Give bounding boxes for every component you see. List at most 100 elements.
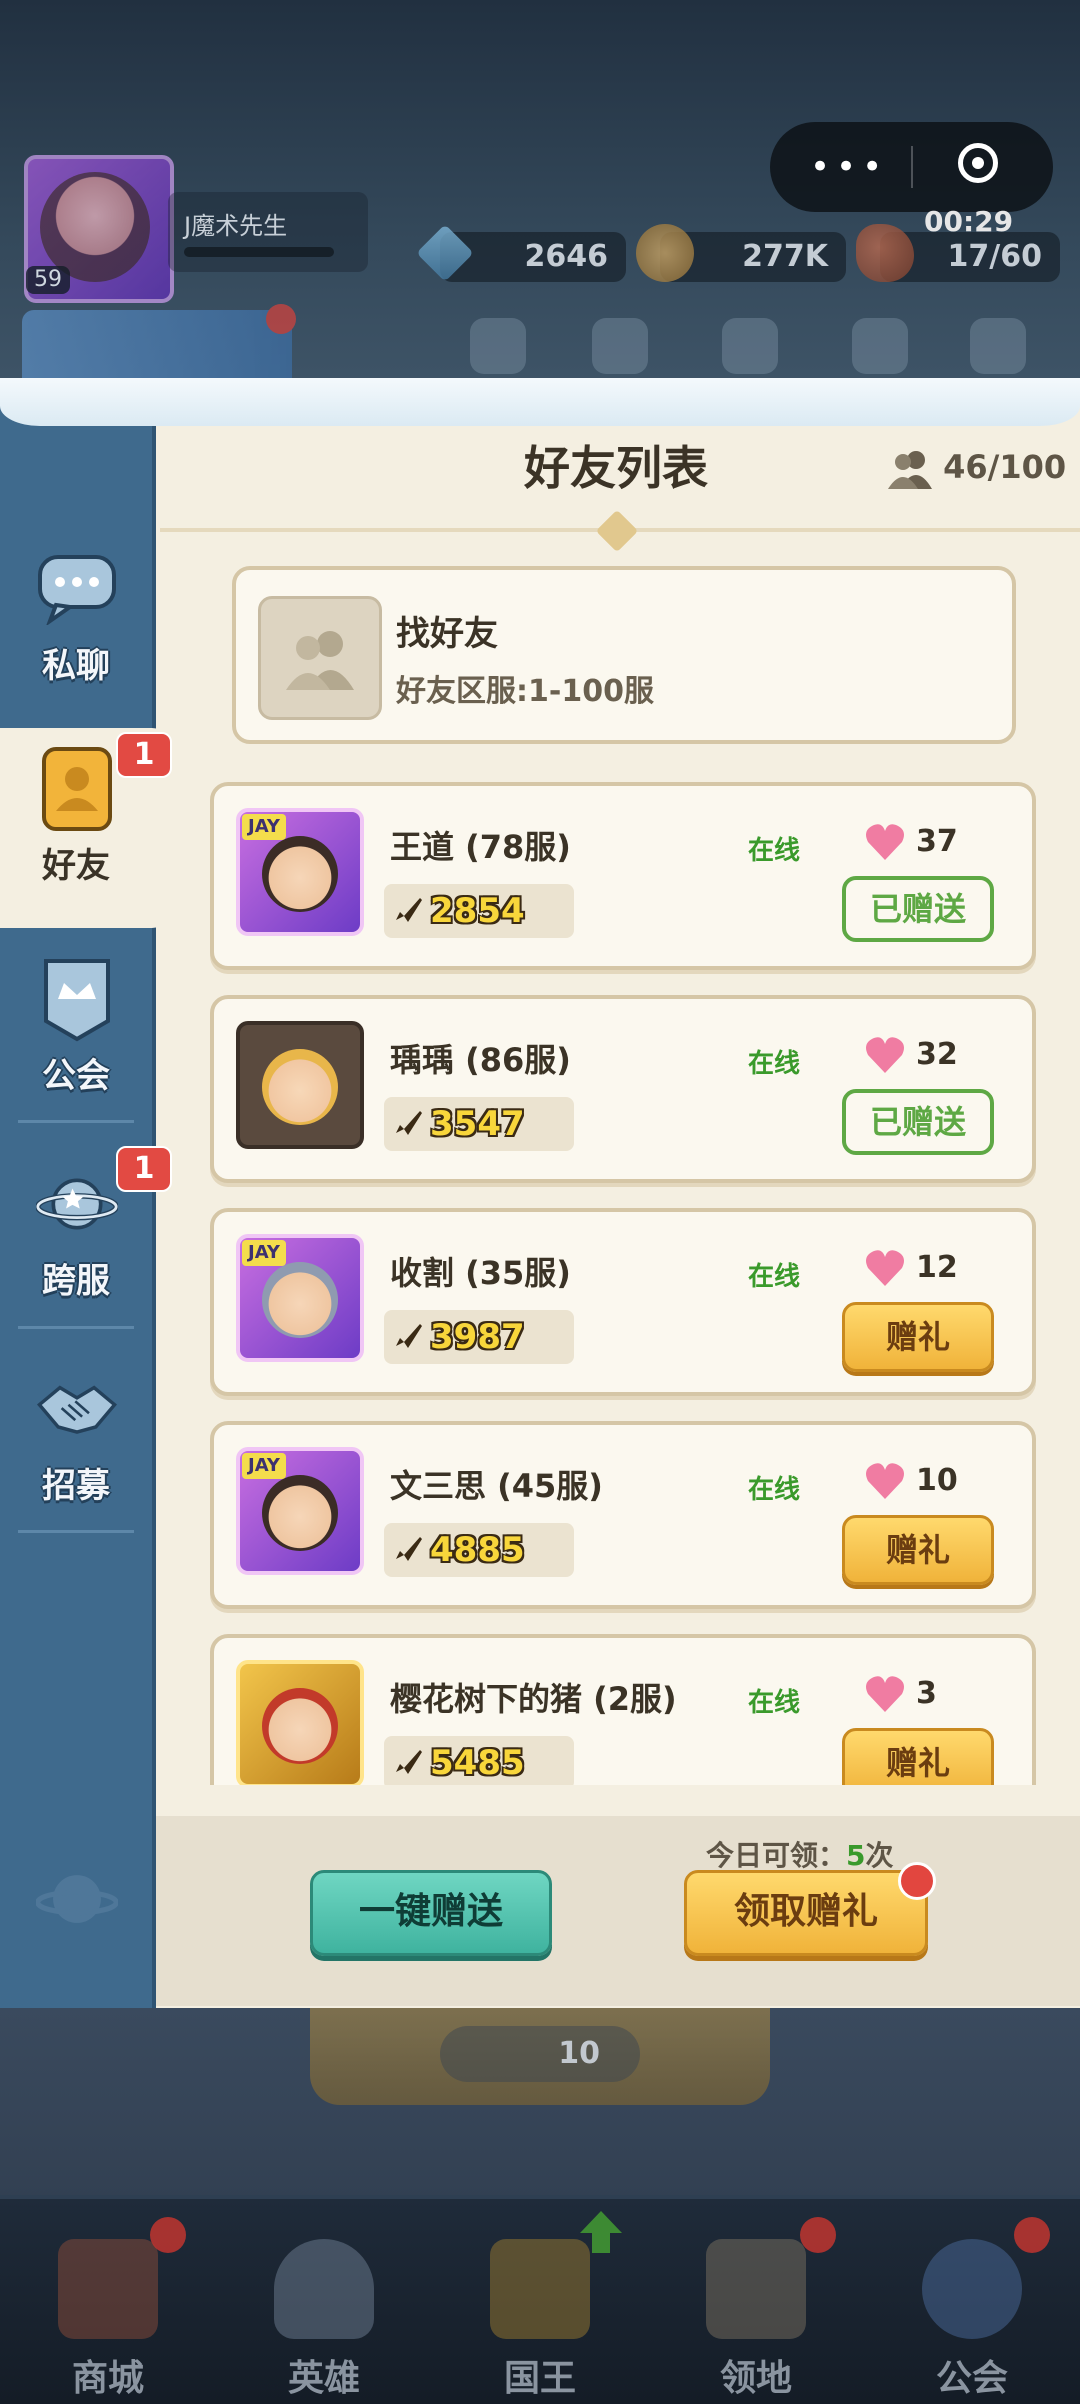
people-placeholder-icon xyxy=(258,596,382,720)
friend-avatar[interactable] xyxy=(236,1660,364,1785)
find-friend-server-range: 好友区服:1-100服 xyxy=(396,674,654,709)
sidebar-item-label: 招募 xyxy=(42,1466,110,1506)
online-status: 在线 xyxy=(748,1688,801,1718)
like-count: 12 xyxy=(916,1250,958,1285)
friend-count: 46/100 xyxy=(888,448,1066,489)
power-value: 4885 xyxy=(430,1530,525,1570)
coin-counter[interactable]: 277K xyxy=(636,224,846,282)
avatar-face xyxy=(262,1262,338,1338)
nav-label: 国王 xyxy=(503,2358,576,2399)
friend-avatar[interactable] xyxy=(236,1021,364,1149)
sword-power-icon xyxy=(396,1111,422,1135)
gift-button[interactable]: 赠礼 xyxy=(842,1515,994,1585)
sword-power-icon xyxy=(396,1750,422,1774)
claim-gifts-button[interactable]: 领取赠礼 xyxy=(684,1870,928,1956)
friend-name: 樱花树下的猪 (2服) xyxy=(390,1680,677,1718)
sword-power-icon xyxy=(396,898,422,922)
online-status: 在线 xyxy=(748,1475,801,1505)
power-value: 2854 xyxy=(430,891,525,931)
people-icon xyxy=(888,449,932,489)
stamina-value: 17/60 xyxy=(947,239,1042,274)
stamina-counter[interactable]: 17/60 xyxy=(856,224,1060,282)
ellipsis-icon[interactable]: ••• xyxy=(810,150,888,184)
coin-value: 277K xyxy=(742,239,828,274)
nav-label: 领地 xyxy=(719,2358,792,2399)
snow-border xyxy=(0,378,1080,426)
sidebar-item-guild[interactable]: 公会 xyxy=(0,938,152,1138)
player-xp-bar xyxy=(184,247,334,257)
power-box: 4885 xyxy=(384,1523,574,1577)
friend-row: JAY 收割 (35服) 3987 在线 12 赠礼 xyxy=(210,1208,1036,1396)
heart-icon xyxy=(866,1037,904,1073)
nav-guild[interactable]: 公会 xyxy=(864,2199,1080,2404)
nav-king[interactable]: 国王 xyxy=(432,2199,648,2404)
chat-bubble-icon xyxy=(36,548,118,630)
heart-icon xyxy=(866,1250,904,1286)
friend-avatar[interactable]: JAY xyxy=(236,1234,364,1362)
like-count: 3 xyxy=(916,1676,937,1711)
remaining-count: 5 xyxy=(846,1839,866,1872)
sidebar-item-label: 跨服 xyxy=(42,1261,110,1301)
power-value: 3987 xyxy=(430,1317,525,1357)
shop-icon xyxy=(58,2239,158,2339)
gamepad-icon[interactable] xyxy=(852,318,908,374)
feedback-icon[interactable] xyxy=(722,318,778,374)
friend-avatar[interactable]: JAY xyxy=(236,808,364,936)
helmet-icon xyxy=(274,2239,374,2339)
heart-icon xyxy=(866,1676,904,1712)
power-value: 5485 xyxy=(430,1743,525,1783)
sidebar-item-private-chat[interactable]: 私聊 xyxy=(0,528,152,728)
panel-footer xyxy=(156,1816,1080,2006)
nav-label: 公会 xyxy=(935,2358,1008,2399)
sidebar-item-label: 好友 xyxy=(42,846,110,886)
gift-button[interactable]: 赠礼 xyxy=(842,1728,994,1785)
nav-territory[interactable]: 领地 xyxy=(648,2199,864,2404)
friend-list[interactable]: JAY 王道 (78服) 2854 在线 37 已赠送 瑀瑀 (86服) 354… xyxy=(152,770,1080,1785)
gem-value: 2646 xyxy=(524,239,609,274)
notification-dot xyxy=(266,304,296,334)
guild-banner-icon xyxy=(36,958,118,1042)
friend-name: 瑀瑀 (86服) xyxy=(390,1041,571,1079)
friend-card-icon xyxy=(36,747,118,831)
like-count: 32 xyxy=(916,1037,958,1072)
close-target-icon[interactable] xyxy=(958,143,998,183)
sidebar-item-label: 私聊 xyxy=(42,646,110,686)
avatar-frame-tag: JAY xyxy=(242,1240,286,1266)
find-friend-card[interactable]: 找好友 好友区服:1-100服 xyxy=(232,566,1016,744)
heart-icon xyxy=(866,824,904,860)
cross-server-notification-badge: 1 xyxy=(116,1146,172,1192)
online-status: 在线 xyxy=(748,1262,801,1292)
friend-name: 王道 (78服) xyxy=(390,828,571,866)
friend-avatar[interactable]: JAY xyxy=(236,1447,364,1575)
notification-dot xyxy=(150,2217,186,2253)
guild-planet-icon xyxy=(922,2239,1022,2339)
gift-button[interactable]: 赠礼 xyxy=(842,1302,994,1372)
heart-icon xyxy=(866,1463,904,1499)
avatar-face xyxy=(262,1475,338,1551)
nav-heroes[interactable]: 英雄 xyxy=(216,2199,432,2404)
nav-label: 英雄 xyxy=(287,2358,360,2399)
find-friend-title: 找好友 xyxy=(396,614,498,654)
friend-name: 收割 (35服) xyxy=(390,1254,571,1292)
avatar-frame-tag: JAY xyxy=(242,1453,286,1479)
remaining-claims: 今日可领：5次 xyxy=(706,1834,894,1874)
gifted-button[interactable]: 已赠送 xyxy=(842,1089,994,1155)
sidebar-item-recruit[interactable]: 招募 xyxy=(0,1348,152,1548)
invite-icon[interactable] xyxy=(592,318,648,374)
stamina-cost-value: 10 xyxy=(558,2036,600,2071)
gem-counter[interactable]: 2646 xyxy=(416,224,626,282)
power-box: 3987 xyxy=(384,1310,574,1364)
planet-watermark-icon xyxy=(36,1858,118,1940)
mini-program-capsule: ••• xyxy=(770,122,1053,212)
friend-count-value: 46/100 xyxy=(943,448,1067,486)
nav-label: 商城 xyxy=(71,2358,144,2399)
nav-shop[interactable]: 商城 xyxy=(0,2199,216,2404)
send-all-button[interactable]: 一键赠送 xyxy=(310,1870,552,1956)
avatar-frame-tag: JAY xyxy=(242,814,286,840)
power-box: 3547 xyxy=(384,1097,574,1151)
countdown-timer: 00:29 xyxy=(924,205,1014,238)
friends-notification-badge: 1 xyxy=(116,732,172,778)
minigame-icon[interactable] xyxy=(470,318,526,374)
gifted-button[interactable]: 已赠送 xyxy=(842,876,994,942)
support-icon[interactable] xyxy=(970,318,1026,374)
